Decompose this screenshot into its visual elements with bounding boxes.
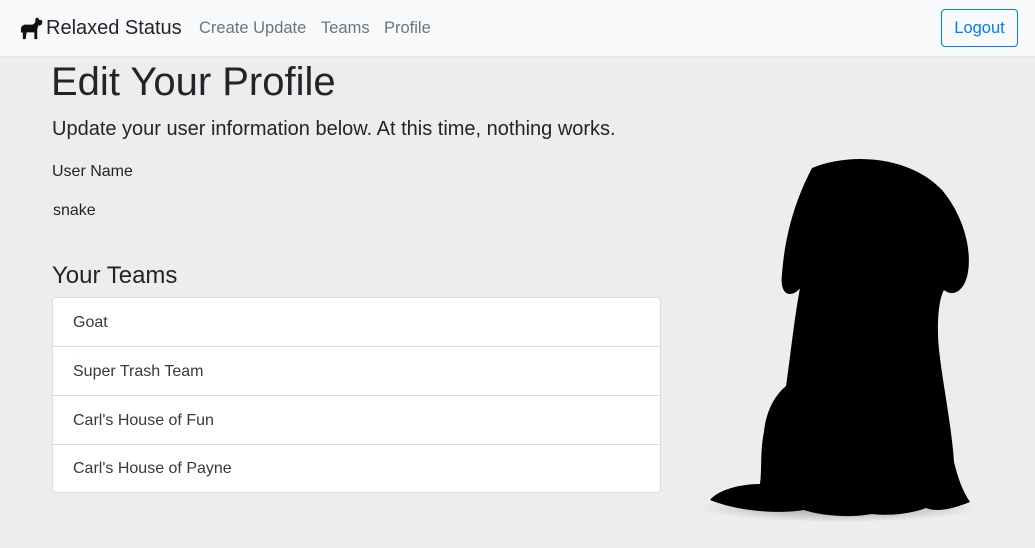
- dog-silhouette-image: [700, 158, 980, 522]
- team-item-carls-house-of-fun[interactable]: Carl's House of Fun: [53, 396, 660, 445]
- team-item-goat[interactable]: Goat: [53, 298, 660, 347]
- team-item-super-trash-team[interactable]: Super Trash Team: [53, 347, 660, 396]
- logout-button[interactable]: Logout: [941, 9, 1018, 47]
- page-title: Edit Your Profile: [51, 60, 336, 104]
- teams-heading: Your Teams: [52, 262, 178, 289]
- user-name-value: snake: [53, 202, 96, 219]
- team-list: Goat Super Trash Team Carl's House of Fu…: [52, 297, 661, 493]
- page-lead: Update your user information below. At t…: [52, 118, 616, 140]
- user-name-label: User Name: [52, 163, 133, 180]
- nav-link-create-update[interactable]: Create Update: [199, 17, 306, 39]
- dog-icon: [20, 17, 43, 39]
- brand-link[interactable]: Relaxed Status: [18, 14, 182, 42]
- nav-link-profile[interactable]: Profile: [384, 17, 431, 39]
- brand-label: Relaxed Status: [46, 17, 182, 39]
- team-item-carls-house-of-payne[interactable]: Carl's House of Payne: [53, 445, 660, 492]
- nav-link-teams[interactable]: Teams: [321, 17, 370, 39]
- top-navbar: Relaxed Status Create Update Teams Profi…: [0, 0, 1035, 57]
